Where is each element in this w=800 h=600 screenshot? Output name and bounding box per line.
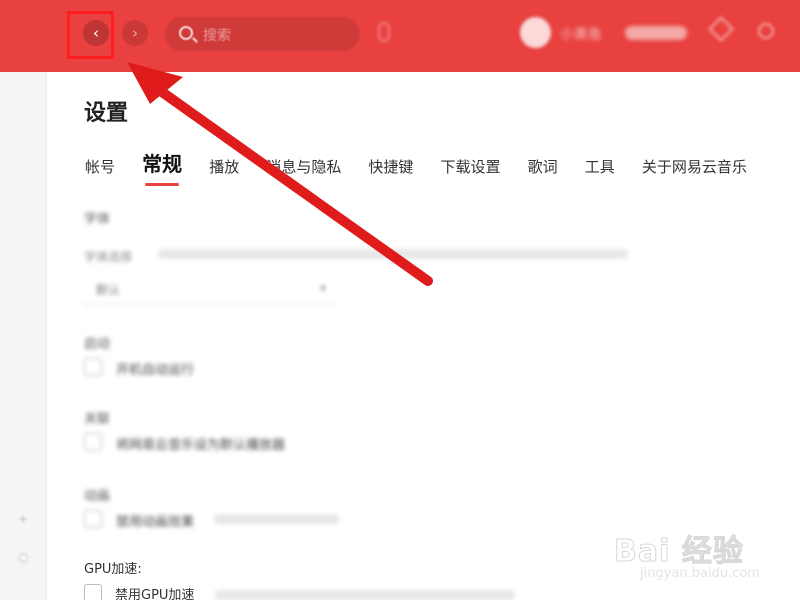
watermark-url: jingyan.baidu.com <box>640 566 760 581</box>
vip-badge[interactable] <box>625 26 687 40</box>
startup-section-title: 启动 <box>84 337 111 352</box>
avatar[interactable] <box>520 17 551 48</box>
font-section-title: 字体 <box>84 212 111 227</box>
gpu-hint <box>215 590 515 600</box>
tab-playback[interactable]: 播放 <box>209 156 239 177</box>
tab-about[interactable]: 关于网易云音乐 <box>642 156 747 177</box>
tab-tools[interactable]: 工具 <box>585 156 615 177</box>
username[interactable]: 小黄鱼 <box>560 24 602 44</box>
chevron-right-icon: › <box>132 24 138 42</box>
startup-label: 开机自动运行 <box>116 363 195 378</box>
font-hint <box>158 249 628 259</box>
search-input[interactable]: 搜索 <box>165 17 360 51</box>
microphone-icon[interactable] <box>378 22 390 42</box>
tab-message-privacy[interactable]: 消息与隐私 <box>266 156 341 177</box>
animation-hint <box>214 514 339 524</box>
search-icon <box>179 26 193 40</box>
watermark: Bai 经验 jingyan.baidu.com <box>614 510 764 590</box>
association-section-title: 关联 <box>84 412 111 427</box>
animation-checkbox[interactable] <box>84 510 102 528</box>
association-label: 将网易云音乐设为默认播放器 <box>116 438 286 453</box>
gpu-checkbox[interactable] <box>84 584 102 600</box>
animation-label: 禁用动画效果 <box>116 515 195 530</box>
tab-shortcuts[interactable]: 快捷键 <box>368 156 413 177</box>
sidebar: + ○ <box>0 72 47 600</box>
plus-icon[interactable]: + <box>18 512 28 526</box>
startup-checkbox[interactable] <box>84 358 102 376</box>
skin-icon[interactable] <box>708 16 734 42</box>
forward-button[interactable]: › <box>122 20 148 46</box>
association-checkbox[interactable] <box>84 433 102 451</box>
chevron-down-icon: ▾ <box>319 281 326 295</box>
search-placeholder: 搜索 <box>203 28 231 44</box>
gpu-label: 禁用GPU加速 <box>115 588 195 600</box>
tab-lyrics[interactable]: 歌词 <box>528 156 558 177</box>
more-icon[interactable]: ○ <box>18 550 28 564</box>
watermark-logo: Bai 经验 <box>614 534 744 570</box>
tab-account[interactable]: 帐号 <box>85 156 115 177</box>
title-bar: ‹ › 搜索 小黄鱼 <box>0 0 800 72</box>
page-title: 设置 <box>84 101 129 126</box>
annotation-highlight-box <box>67 11 114 59</box>
gpu-section-title: GPU加速: <box>84 562 142 577</box>
settings-tabs: 帐号 常规 播放 消息与隐私 快捷键 下载设置 歌词 工具 关于网易云音乐 <box>85 148 769 186</box>
settings-icon[interactable] <box>758 23 774 39</box>
tab-download[interactable]: 下载设置 <box>441 156 501 177</box>
font-select-value: 默认 <box>96 283 121 297</box>
tab-general[interactable]: 常规 <box>142 148 182 186</box>
font-description: 字体选择 <box>84 250 133 264</box>
font-select[interactable]: 默认 ▾ <box>84 275 334 305</box>
animation-section-title: 动画 <box>84 489 111 504</box>
